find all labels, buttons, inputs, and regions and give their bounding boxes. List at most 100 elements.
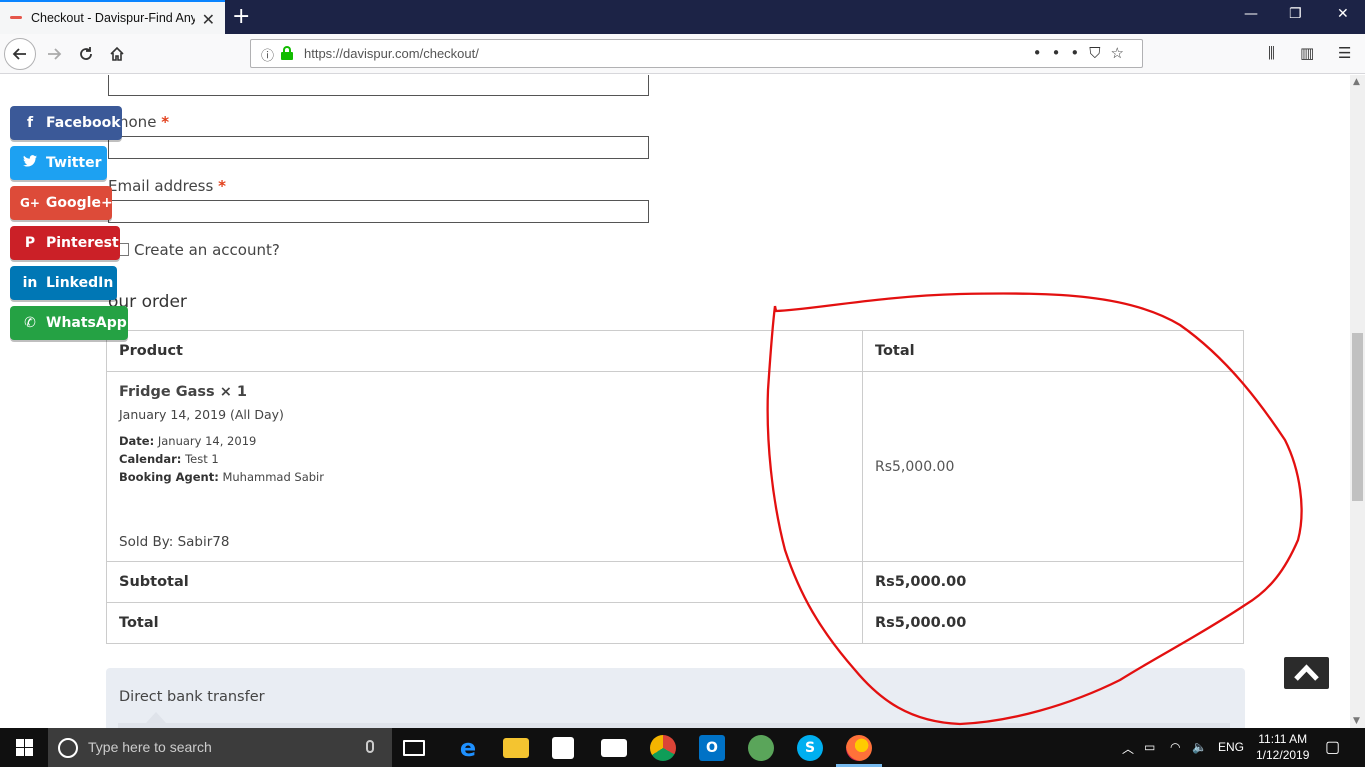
google-plus-share-button[interactable]: G+ Google+ [10, 186, 113, 220]
tab-close-icon[interactable]: ✕ [202, 10, 215, 29]
total-row: Total Rs5,000.00 [106, 602, 1244, 644]
new-tab-button[interactable]: + [232, 4, 250, 29]
scrollbar-thumb[interactable] [1352, 333, 1363, 501]
browser-tab-bar: Checkout - Davispur-Find Any ✕ + — ❐ ✕ [0, 0, 1365, 34]
skype-icon[interactable]: S [797, 735, 823, 761]
payment-description-pointer [146, 712, 166, 723]
forward-button[interactable] [38, 38, 70, 70]
linkedin-icon: in [22, 275, 38, 291]
lock-icon[interactable] [281, 46, 293, 60]
close-window-button[interactable]: ✕ [1337, 6, 1349, 22]
back-arrow-icon [12, 48, 26, 60]
show-hidden-icons-icon[interactable]: ︿ [1122, 740, 1134, 757]
twitter-share-button[interactable]: Twitter [10, 146, 107, 180]
product-name: Fridge Gass × 1 [119, 384, 248, 400]
clock-time: 11:11 AM [1258, 732, 1308, 746]
pocket-icon[interactable]: ⛉ [1089, 44, 1110, 62]
battery-icon[interactable]: ▭ [1144, 740, 1155, 754]
phone-input[interactable] [108, 136, 649, 159]
whatsapp-share-button[interactable]: ✆ WhatsApp [10, 306, 128, 340]
system-clock[interactable]: 11:11 AM 1/12/2019 [1256, 731, 1309, 763]
booking-agent: Booking Agent: Muhammad Sabir [119, 470, 324, 484]
file-explorer-icon[interactable] [503, 738, 529, 758]
task-view-icon[interactable] [403, 740, 425, 756]
order-review-table: Product Total Fridge Gass × 1 January 14… [106, 330, 1244, 644]
chrome-icon[interactable] [650, 735, 676, 761]
volume-icon[interactable]: 🔈 [1192, 740, 1207, 754]
product-date: January 14, 2019 (All Day) [119, 407, 284, 422]
restore-button[interactable]: ❐ [1289, 6, 1302, 22]
table-row: Fridge Gass × 1 January 14, 2019 (All Da… [106, 371, 1244, 562]
windows-taskbar: Type here to search e O S ︿ ▭ ◠ 🔈 ENG 11… [0, 728, 1365, 767]
taskbar-search-box[interactable]: Type here to search [48, 728, 392, 767]
forward-arrow-icon [48, 48, 62, 60]
create-account-label[interactable]: Create an account? [134, 241, 280, 259]
product-total-cell: Rs5,000.00 [862, 371, 1244, 562]
network-globe-icon[interactable] [748, 735, 774, 761]
reload-button[interactable] [70, 38, 102, 70]
navigation-toolbar: ⓘ https://davispur.com/checkout/ •••⛉☆ ⫼… [0, 34, 1365, 74]
address-bar[interactable]: ⓘ https://davispur.com/checkout/ •••⛉☆ [250, 39, 1143, 68]
scroll-down-arrow-icon[interactable]: ▼ [1353, 716, 1360, 726]
page-actions[interactable]: •••⛉☆ [1033, 44, 1134, 62]
booking-date: Date: January 14, 2019 [119, 434, 257, 448]
seller-name[interactable]: Sabir78 [178, 534, 230, 550]
site-info-icon[interactable]: ⓘ [261, 45, 274, 64]
microsoft-store-icon[interactable] [552, 737, 574, 759]
total-value: Rs5,000.00 [862, 602, 1244, 644]
more-actions-icon[interactable]: ••• [1033, 44, 1090, 62]
back-button[interactable] [4, 38, 36, 70]
clock-date: 1/12/2019 [1256, 748, 1310, 762]
language-indicator[interactable]: ENG [1218, 740, 1244, 754]
search-placeholder: Type here to search [88, 739, 212, 755]
scroll-up-arrow-icon[interactable]: ▲ [1353, 77, 1360, 87]
subtotal-value: Rs5,000.00 [862, 561, 1244, 603]
start-button[interactable] [0, 728, 48, 767]
total-label: Total [106, 602, 863, 644]
notifications-icon[interactable]: ▢ [1325, 737, 1340, 757]
minimize-button[interactable]: — [1244, 6, 1258, 22]
menu-hamburger-icon[interactable]: ☰ [1338, 44, 1351, 62]
pinterest-icon: P [24, 235, 36, 251]
sidebar-toggle-icon[interactable]: ▥ [1300, 44, 1314, 62]
previous-field-input[interactable] [108, 75, 649, 96]
bookmark-star-icon[interactable]: ☆ [1111, 44, 1134, 62]
url-text[interactable]: https://davispur.com/checkout/ [304, 46, 479, 61]
library-icon[interactable]: ⫼ [1268, 44, 1275, 62]
edge-browser-icon[interactable]: e [455, 734, 481, 762]
payment-method-label[interactable]: Direct bank transfer [119, 689, 265, 705]
subtotal-row: Subtotal Rs5,000.00 [106, 561, 1244, 603]
cortana-icon [58, 738, 78, 758]
payment-method-box[interactable]: Direct bank transfer [106, 668, 1245, 728]
product-price: Rs5,000.00 [875, 458, 955, 475]
twitter-icon [20, 155, 40, 171]
windows-logo-icon [15, 739, 33, 756]
firefox-icon[interactable] [846, 735, 872, 761]
wifi-icon[interactable]: ◠ [1170, 740, 1180, 754]
required-asterisk: * [218, 177, 226, 195]
chevron-up-icon [1294, 664, 1319, 681]
email-input[interactable] [108, 200, 649, 223]
total-column-header: Total [862, 330, 1244, 372]
booking-calendar: Calendar: Test 1 [119, 452, 219, 466]
phone-label: hone * [119, 113, 170, 131]
email-label: Email address * [108, 177, 226, 195]
site-favicon-icon [10, 13, 24, 23]
sold-by: Sold By: Sabir78 [119, 534, 230, 550]
microphone-icon[interactable] [366, 740, 374, 753]
outlook-icon[interactable]: O [699, 735, 725, 761]
reload-icon [80, 47, 92, 60]
linkedin-share-button[interactable]: in LinkedIn [10, 266, 117, 300]
browser-tab[interactable]: Checkout - Davispur-Find Any ✕ [0, 0, 225, 34]
product-column-header: Product [106, 330, 863, 372]
page-scrollbar[interactable]: ▲ ▼ [1350, 75, 1365, 728]
facebook-icon: f [26, 115, 34, 131]
home-icon [110, 46, 124, 61]
pinterest-share-button[interactable]: P Pinterest [10, 226, 120, 260]
home-button[interactable] [101, 38, 133, 70]
google-plus-icon: G+ [20, 196, 40, 210]
facebook-share-button[interactable]: f Facebook [10, 106, 122, 140]
mail-icon[interactable] [601, 739, 627, 757]
scroll-to-top-button[interactable] [1284, 657, 1329, 689]
product-cell: Fridge Gass × 1 January 14, 2019 (All Da… [106, 371, 863, 562]
